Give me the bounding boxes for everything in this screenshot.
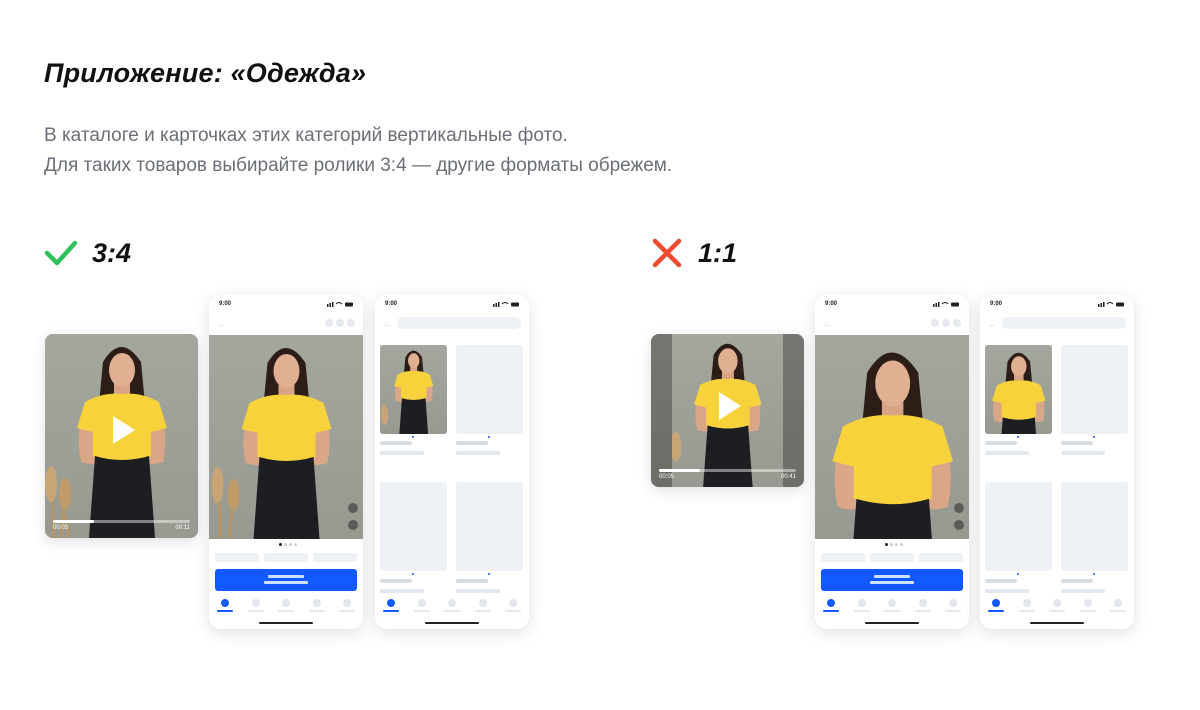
home-indicator: [1030, 622, 1084, 624]
nav-item-3: [276, 599, 296, 612]
nav-item-3: [882, 599, 902, 612]
video-time-start: 00:05: [53, 525, 69, 531]
bad-product-phone: 9:00 ←: [815, 295, 969, 629]
description-line-2: Для таких товаров выбирайте ролики 3:4 —…: [44, 155, 673, 176]
catalog-tile-video[interactable]: [380, 345, 447, 434]
nav-item-4: [473, 599, 493, 612]
good-catalog-phone: 9:00 ←: [375, 295, 529, 629]
status-icons: [327, 302, 353, 307]
nav-item-2: [1017, 599, 1037, 612]
nav-item-home: [215, 599, 235, 612]
model-photo-cropped: [992, 352, 1046, 434]
good-format-text: 3:4: [92, 237, 132, 268]
variant-chips[interactable]: [821, 553, 963, 562]
search-input[interactable]: [397, 317, 521, 329]
nav-item-home: [821, 599, 841, 612]
good-product-phone: 9:00 ←: [209, 295, 363, 629]
buy-button[interactable]: [215, 569, 357, 591]
description: В каталоге и карточках этих категорий ве…: [44, 121, 672, 181]
nav-item-2: [412, 599, 432, 612]
status-icons: [493, 302, 519, 307]
variant-chips[interactable]: [215, 553, 357, 562]
volume-icon[interactable]: [348, 503, 358, 513]
status-time: 9:00: [825, 301, 838, 307]
tile-name: [380, 451, 424, 455]
back-icon[interactable]: ←: [823, 319, 832, 329]
tile-name: [985, 451, 1029, 455]
product-photo[interactable]: [209, 335, 363, 539]
nav-item-5: [503, 599, 523, 612]
catalog-tile[interactable]: [456, 482, 523, 571]
nav-item-5: [1108, 599, 1128, 612]
status-icons: [1098, 302, 1124, 307]
catalog-tile[interactable]: [1061, 345, 1128, 434]
model-photo: [380, 350, 434, 434]
nav-item-3: [1047, 599, 1067, 612]
catalog-tile[interactable]: [1061, 482, 1128, 571]
fullscreen-icon[interactable]: [954, 520, 964, 530]
nav-item-home: [986, 599, 1006, 612]
buy-button[interactable]: [821, 569, 963, 591]
nav-item-3: [442, 599, 462, 612]
nav-item-2: [246, 599, 266, 612]
catalog-tile[interactable]: [456, 345, 523, 434]
good-video-preview[interactable]: 00:05 00:11: [45, 334, 198, 538]
bad-video-preview[interactable]: 00:05 00:41: [651, 334, 804, 487]
nav-item-5: [337, 599, 357, 612]
nav-item-4: [913, 599, 933, 612]
home-indicator: [425, 622, 479, 624]
status-time: 9:00: [385, 301, 398, 307]
video-time-end: 00:11: [175, 525, 190, 531]
photo-pager: [885, 543, 903, 546]
status-icons: [933, 302, 959, 307]
nav-item-home: [381, 599, 401, 612]
cross-icon: [652, 238, 682, 268]
check-icon: [44, 240, 78, 266]
description-line-1: В каталоге и карточках этих категорий ве…: [44, 125, 568, 146]
video-time-start: 00:05: [659, 474, 675, 480]
status-time: 9:00: [219, 301, 232, 307]
model-photo: [211, 348, 332, 539]
play-icon[interactable]: [113, 416, 135, 444]
product-photo[interactable]: [815, 335, 969, 539]
home-indicator: [259, 622, 313, 624]
catalog-tile[interactable]: [380, 482, 447, 571]
bottom-nav[interactable]: [215, 599, 357, 612]
fullscreen-icon[interactable]: [348, 520, 358, 530]
volume-icon[interactable]: [954, 503, 964, 513]
bottom-nav[interactable]: [986, 599, 1128, 612]
video-progress[interactable]: [53, 520, 190, 523]
tile-price: [380, 441, 412, 445]
nav-item-4: [307, 599, 327, 612]
catalog-tile[interactable]: [985, 482, 1052, 571]
nav-item-4: [1078, 599, 1098, 612]
header-actions[interactable]: [931, 319, 961, 327]
video-progress[interactable]: [659, 469, 796, 472]
good-format-label: 3:4: [44, 236, 131, 270]
catalog-tile-video[interactable]: [985, 345, 1052, 434]
home-indicator: [865, 622, 919, 624]
bad-format-text: 1:1: [698, 237, 738, 268]
back-icon[interactable]: ←: [217, 319, 226, 329]
back-icon[interactable]: ←: [383, 319, 392, 329]
video-time-end: 00:41: [780, 474, 796, 480]
header-actions[interactable]: [325, 319, 355, 327]
nav-item-5: [943, 599, 963, 612]
nav-item-2: [852, 599, 872, 612]
bottom-nav[interactable]: [821, 599, 963, 612]
tile-price: [985, 441, 1017, 445]
search-input[interactable]: [1002, 317, 1126, 329]
status-time: 9:00: [990, 301, 1003, 307]
bad-format-label: 1:1: [650, 236, 737, 270]
bad-catalog-phone: 9:00 ←: [980, 295, 1134, 629]
bottom-nav[interactable]: [381, 599, 523, 612]
photo-pager: [279, 543, 297, 546]
back-icon[interactable]: ←: [988, 319, 997, 329]
play-icon[interactable]: [719, 392, 741, 420]
model-photo-cropped: [832, 352, 954, 539]
page-title: Приложение: «Одежда»: [44, 58, 367, 88]
